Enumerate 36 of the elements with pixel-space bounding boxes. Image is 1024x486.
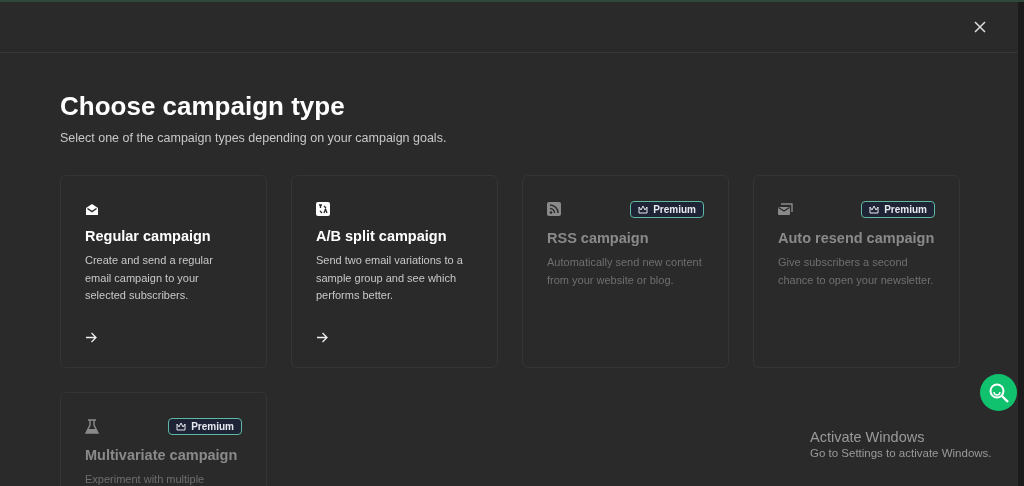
arrow-right-icon	[316, 332, 328, 343]
card-description: Give subscribers a second chance to open your newsletter.	[778, 255, 935, 288]
premium-badge: Premium	[861, 200, 935, 218]
card-title: Auto resend campaign	[778, 230, 935, 246]
dialog-subtitle: Select one of the campaign types depending on your campaign goals.	[60, 131, 448, 145]
card-title: RSS campaign	[547, 230, 649, 246]
envelopes-icon	[778, 202, 793, 216]
crown-icon	[176, 421, 187, 431]
campaign-card[interactable]: Premium RSS campaign Automatically send new content from your website or blog.	[522, 175, 729, 368]
help-button[interactable]	[980, 374, 1017, 411]
crown-icon	[869, 204, 880, 214]
premium-badge: Premium	[630, 200, 704, 218]
premium-badge: Premium	[168, 417, 242, 435]
card-description: Send two email variations to a sample group and see which performs better.	[316, 253, 464, 303]
activation-notice-text: Go to Settings to activate Windows.	[810, 447, 992, 459]
card-description: Experiment with multiple	[85, 472, 206, 486]
campaign-card[interactable]: Premium Auto resend campaign Give subscribers a second chance to open your newsletter.	[753, 175, 960, 368]
activation-notice-title: Activate Windows	[810, 429, 926, 445]
campaign-card[interactable]: A/B split campaign Send two email variations to a sample group and see which performs better.	[291, 175, 498, 368]
arrow-right-icon	[85, 332, 97, 343]
campaign-card[interactable]: Premium Multivariate campaign Experiment with multiple	[60, 392, 267, 486]
card-title: Multivariate campaign	[85, 447, 238, 463]
card-description: Automatically send new content from your website or blog.	[547, 255, 703, 288]
card-description: Create and send a regular email campaign to your selected subscribers.	[85, 253, 214, 303]
card-title: Regular campaign	[85, 228, 211, 244]
crown-icon	[638, 204, 649, 214]
campaign-card[interactable]: Regular campaign Create and send a regular email campaign to your selected subscribers.	[60, 175, 267, 368]
rss-icon	[547, 202, 561, 216]
dialog-title: Choose campaign type	[60, 90, 346, 123]
card-title: A/B split campaign	[316, 228, 447, 244]
close-button[interactable]	[972, 19, 988, 35]
search-icon	[987, 381, 1010, 404]
translate-icon	[316, 202, 330, 216]
close-icon	[974, 21, 986, 33]
flask-icon	[85, 418, 99, 434]
envelope-icon	[85, 202, 99, 216]
